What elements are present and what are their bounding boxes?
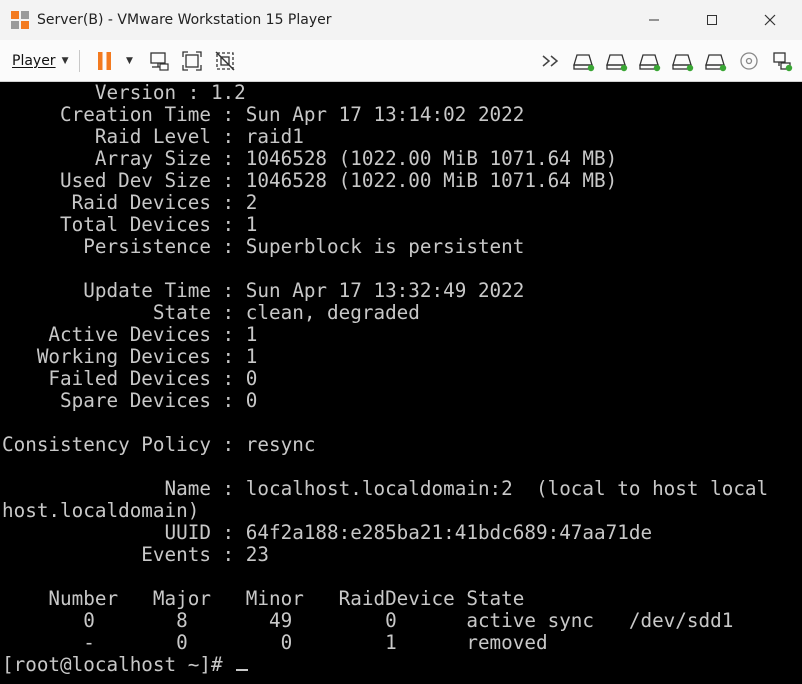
console-line: Spare Devices : 0 (2, 389, 258, 412)
shell-prompt: [root@localhost ~]# (2, 653, 235, 676)
hard-disk-2-button[interactable] (604, 50, 629, 72)
console-line: Name : localhost.localdomain:2 (local to… (2, 477, 769, 500)
minimize-button[interactable] (626, 0, 682, 40)
console-output: Version : 1.2 Creation Time : Sun Apr 17… (2, 82, 768, 676)
console-line: State : clean, degraded (2, 301, 420, 324)
unity-button[interactable] (214, 50, 236, 72)
maximize-button[interactable] (684, 0, 740, 40)
console-line: host.localdomain) (2, 499, 200, 522)
console-line: Failed Devices : 0 (2, 367, 258, 390)
chevron-down-icon: ▼ (61, 55, 69, 66)
send-ctrl-alt-del-button[interactable] (148, 50, 170, 72)
hdd-icon (638, 54, 660, 72)
pause-icon (97, 51, 111, 70)
console-line: Working Devices : 1 (2, 345, 258, 368)
hard-disk-4-button[interactable] (670, 50, 695, 72)
console-line: Array Size : 1046528 (1022.00 MiB 1071.6… (2, 147, 618, 170)
send-ctrl-alt-del-icon (149, 51, 169, 71)
hdd-icon (572, 54, 594, 72)
hdd-icon (605, 54, 627, 72)
pause-button[interactable] (90, 50, 120, 72)
toolbar-divider (78, 49, 80, 72)
maximize-icon (707, 15, 717, 25)
minimize-icon (649, 19, 659, 21)
console-line: Consistency Policy : resync (2, 433, 316, 456)
hard-disk-3-button[interactable] (637, 50, 662, 72)
console-line: Events : 23 (2, 543, 269, 566)
fit-guest-button[interactable] (181, 50, 203, 72)
console-line: 0 8 49 0 active sync /dev/sdd1 (2, 609, 734, 632)
console-line: Number Major Minor RaidDevice State (2, 587, 525, 610)
chevron-down-icon: ▼ (126, 55, 133, 66)
console-line: UUID : 64f2a188:e285ba21:41bdc689:47aa71… (2, 521, 653, 544)
cd-dvd-button[interactable] (736, 50, 761, 72)
close-icon (764, 14, 776, 26)
console-line: Update Time : Sun Apr 17 13:32:49 2022 (2, 279, 525, 302)
network-icon (772, 52, 792, 72)
player-menu-label: Player (12, 52, 56, 69)
more-devices-button[interactable] (538, 50, 563, 72)
hdd-icon (704, 54, 726, 72)
console-line: Creation Time : Sun Apr 17 13:14:02 2022 (2, 103, 525, 126)
device-icons (538, 40, 794, 82)
player-menu-button[interactable]: Player ▼ (12, 53, 69, 69)
hard-disk-1-button[interactable] (571, 50, 596, 72)
toolbar: Player ▼ ▼ (0, 40, 802, 82)
vmware-window: Server(B) - VMware Workstation 15 Player… (0, 0, 802, 684)
console-line: - 0 0 1 removed (2, 631, 548, 654)
title-bar: Server(B) - VMware Workstation 15 Player (0, 0, 802, 40)
vmware-app-icon (11, 11, 29, 29)
console-line: Total Devices : 1 (2, 213, 258, 236)
double-chevron-right-icon (542, 55, 558, 67)
console-line: Version : 1.2 (2, 82, 246, 104)
close-button[interactable] (742, 0, 798, 40)
pause-dropdown[interactable]: ▼ (124, 50, 136, 72)
console-line: Raid Level : raid1 (2, 125, 304, 148)
text-cursor (236, 669, 249, 671)
console-line: Active Devices : 1 (2, 323, 258, 346)
console-line: Raid Devices : 2 (2, 191, 258, 214)
console-line: Used Dev Size : 1046528 (1022.00 MiB 107… (2, 169, 618, 192)
vm-console[interactable]: Version : 1.2 Creation Time : Sun Apr 17… (0, 82, 802, 684)
fit-guest-icon (181, 50, 202, 71)
window-title: Server(B) - VMware Workstation 15 Player (37, 12, 332, 28)
console-line: Persistence : Superblock is persistent (2, 235, 525, 258)
unity-icon (215, 51, 234, 70)
hdd-icon (671, 54, 693, 72)
network-adapter-button[interactable] (769, 50, 794, 72)
hard-disk-5-button[interactable] (703, 50, 728, 72)
cd-icon (739, 52, 758, 70)
